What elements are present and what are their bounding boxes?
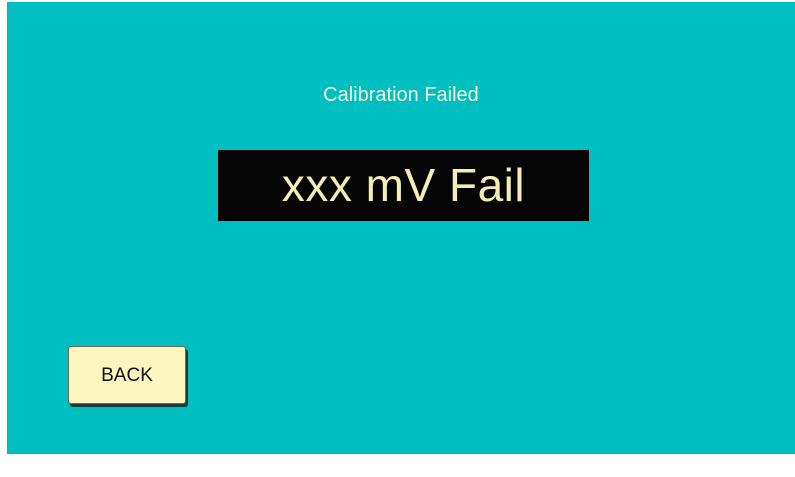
screen-title: Calibration Failed — [323, 84, 479, 106]
voltage-readout: xxx mV Fail — [218, 150, 589, 221]
calibration-screen: Calibration Failed xxx mV Fail BACK — [7, 2, 795, 454]
device-frame: Calibration Failed xxx mV Fail BACK — [0, 0, 795, 477]
back-button[interactable]: BACK — [68, 346, 186, 404]
